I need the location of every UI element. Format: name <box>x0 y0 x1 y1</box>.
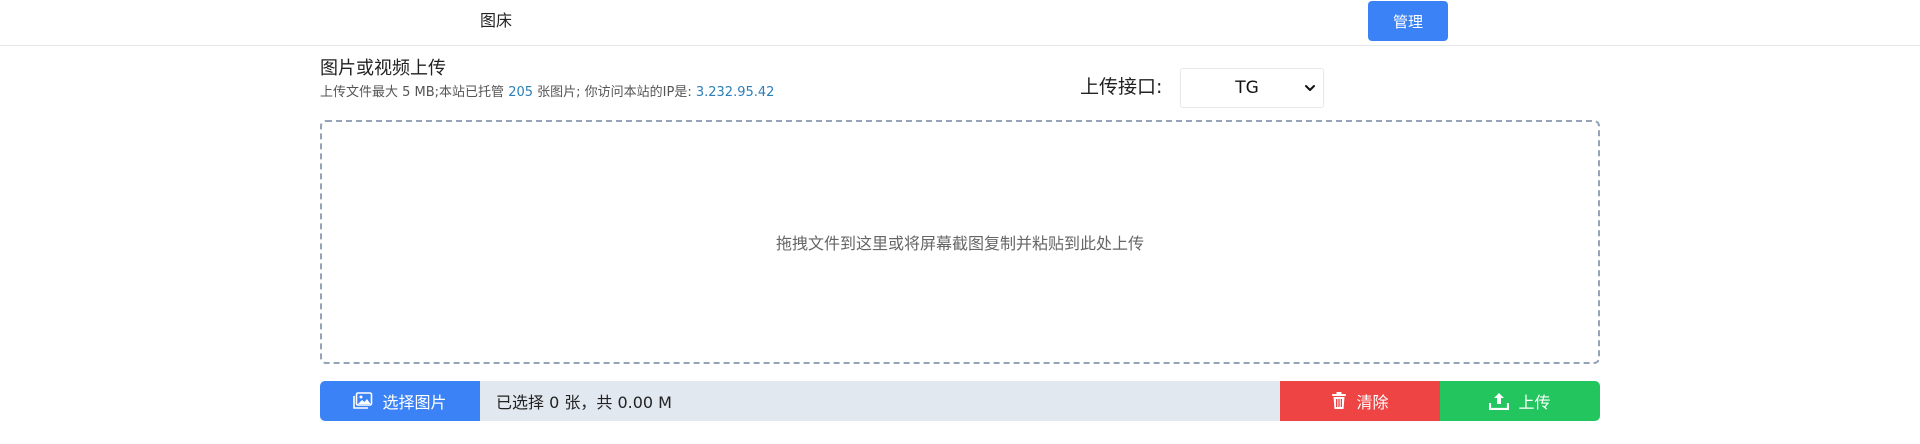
upload-icon <box>1489 393 1510 410</box>
upload-info-prefix: 上传文件最大 5 MB;本站已托管 <box>320 85 509 100</box>
upload-button[interactable]: 上传 <box>1440 381 1600 421</box>
upload-label: 上传 <box>1518 393 1551 412</box>
visitor-ip: 3.232.95.42 <box>695 85 775 100</box>
trash-icon <box>1332 392 1347 409</box>
clear-button[interactable]: 清除 <box>1280 381 1440 421</box>
top-navbar: 图床 管理 <box>0 0 1920 46</box>
page-title: 图片或视频上传 <box>320 58 446 79</box>
admin-button[interactable]: 管理 <box>1368 1 1448 41</box>
upload-api-label: 上传接口: <box>1080 76 1163 98</box>
chevron-down-icon <box>1305 85 1315 91</box>
hosted-count: 205 <box>508 85 534 100</box>
upload-api-value: TG <box>1235 78 1259 98</box>
upload-info: 上传文件最大 5 MB;本站已托管 205 张图片; 你访问本站的IP是: 3.… <box>320 84 774 102</box>
upload-info-middle: 张图片; 你访问本站的IP是: <box>533 85 696 100</box>
selection-status: 已选择 0 张，共 0.00 M <box>480 381 1280 421</box>
drop-zone-hint: 拖拽文件到这里或将屏幕截图复制并粘贴到此处上传 <box>775 234 1144 253</box>
brand-link[interactable]: 图床 <box>480 10 512 32</box>
select-images-label: 选择图片 <box>382 393 447 412</box>
upload-api-select[interactable]: TG <box>1180 68 1324 108</box>
page: 图床 管理 图片或视频上传 上传文件最大 5 MB;本站已托管 205 张图片;… <box>0 0 1920 444</box>
drop-zone[interactable]: 拖拽文件到这里或将屏幕截图复制并粘贴到此处上传 <box>320 120 1600 364</box>
clear-label: 清除 <box>1356 393 1389 412</box>
action-bar: 选择图片 已选择 0 张，共 0.00 M 清除 上传 <box>320 381 1600 421</box>
image-icon <box>353 392 373 409</box>
select-images-button[interactable]: 选择图片 <box>320 381 480 421</box>
